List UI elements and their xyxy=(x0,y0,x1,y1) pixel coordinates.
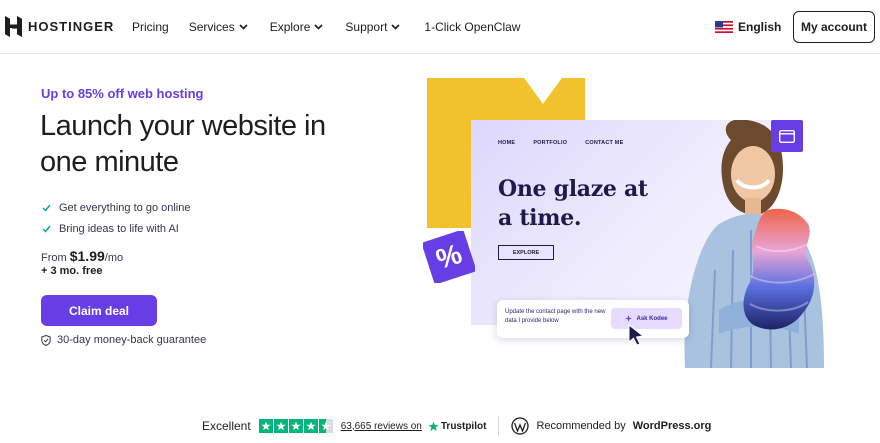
mockup-nav-home: HOME xyxy=(498,140,516,146)
price: From $1.99/mo xyxy=(41,248,123,264)
nav-services[interactable]: Services xyxy=(189,20,248,34)
sparkle-icon xyxy=(625,315,633,322)
shield-check-icon xyxy=(41,334,51,346)
nav-support-label: Support xyxy=(345,20,388,34)
mockup-headline: One glaze at a time. xyxy=(498,176,648,231)
nav-explore[interactable]: Explore xyxy=(270,20,324,34)
chevron-down-icon xyxy=(391,24,400,30)
hostinger-logo-icon xyxy=(5,16,22,37)
nav-pricing-label: Pricing xyxy=(132,20,169,34)
mockup-nav: HOME PORTFOLIO CONTACT ME xyxy=(498,140,623,146)
chevron-down-icon xyxy=(314,24,323,30)
nav-openclaw-label: 1-Click OpenClaw xyxy=(424,20,521,34)
mouse-cursor-icon xyxy=(628,324,645,346)
claim-deal-button[interactable]: Claim deal xyxy=(41,295,157,326)
trustpilot-star-icon xyxy=(428,421,439,431)
recommended-prefix: Recommended by xyxy=(536,420,626,432)
price-prefix: From xyxy=(41,252,67,264)
main-menu: Pricing Services Explore Support 1-Click… xyxy=(132,20,520,34)
price-amount: $1.99 xyxy=(69,248,105,264)
star-icon xyxy=(258,419,273,433)
website-mockup: HOME PORTFOLIO CONTACT ME One glaze at a… xyxy=(471,120,824,368)
language-selector[interactable]: English xyxy=(715,20,781,34)
star-icon xyxy=(273,419,288,433)
nav-support[interactable]: Support xyxy=(345,20,400,34)
trustpilot-stars xyxy=(258,419,333,433)
feature-list: Get everything to go online Bring ideas … xyxy=(42,197,190,239)
wordpress-recommendation: Recommended by WordPress.org xyxy=(511,417,711,435)
brand-name: HOSTINGER xyxy=(28,19,115,34)
page-title: Launch your website in one minute xyxy=(40,110,326,178)
language-label: English xyxy=(738,20,782,34)
ask-kodee-label: Ask Kodee xyxy=(636,315,668,322)
vase-sculpture-image xyxy=(743,208,815,330)
rating-label: Excellent xyxy=(202,419,251,433)
guarantee-label: 30-day money-back guarantee xyxy=(57,334,207,346)
chevron-down-icon xyxy=(239,24,248,30)
trustpilot-logo[interactable]: Trustpilot xyxy=(428,420,487,432)
nav-pricing[interactable]: Pricing xyxy=(132,20,169,34)
check-icon xyxy=(42,225,51,233)
feature-label: Bring ideas to life with AI xyxy=(59,222,179,235)
promo-text: Up to 85% off web hosting xyxy=(41,86,204,101)
nav-explore-label: Explore xyxy=(269,20,311,34)
bonus-text: + 3 mo. free xyxy=(41,265,103,277)
star-icon xyxy=(288,419,303,433)
wordpress-icon xyxy=(511,417,530,435)
mockup-nav-portfolio: PORTFOLIO xyxy=(533,140,568,146)
ask-kodee-button[interactable]: Ask Kodee xyxy=(611,308,682,329)
check-icon xyxy=(42,204,51,212)
price-suffix: /mo xyxy=(104,252,124,264)
top-navigation: HOSTINGER Pricing Services Explore Suppo… xyxy=(0,0,880,54)
nav-openclaw[interactable]: 1-Click OpenClaw xyxy=(424,20,520,34)
window-icon xyxy=(779,129,795,143)
wordpress-org-label: WordPress.org xyxy=(632,420,712,432)
trust-bar: Excellent 63,665 reviews on Trustpilot R… xyxy=(202,416,711,436)
hostinger-logo[interactable]: HOSTINGER xyxy=(5,16,114,37)
guarantee: 30-day money-back guarantee xyxy=(41,334,206,346)
nav-services-label: Services xyxy=(188,20,235,34)
feature-label: Get everything to go online xyxy=(59,201,191,214)
half-star-icon xyxy=(318,419,333,433)
list-item: Bring ideas to life with AI xyxy=(42,218,190,239)
mockup-explore-button: EXPLORE xyxy=(498,245,554,260)
star-icon xyxy=(303,419,318,433)
reviews-link[interactable]: 63,665 reviews on xyxy=(341,421,422,432)
browser-window-icon xyxy=(771,120,803,152)
trustpilot-label: Trustpilot xyxy=(440,420,487,432)
divider xyxy=(498,416,500,436)
my-account-button[interactable]: My account xyxy=(793,11,875,43)
mockup-nav-contact: CONTACT ME xyxy=(585,140,624,146)
list-item: Get everything to go online xyxy=(42,197,190,218)
percent-badge: % xyxy=(423,231,475,283)
hero-artwork: HOME PORTFOLIO CONTACT ME One glaze at a… xyxy=(420,78,830,368)
us-flag-icon xyxy=(715,21,733,33)
chat-prompt-text: Update the contact page with the new dat… xyxy=(505,309,606,324)
ai-chat-prompt: Update the contact page with the new dat… xyxy=(497,300,689,338)
